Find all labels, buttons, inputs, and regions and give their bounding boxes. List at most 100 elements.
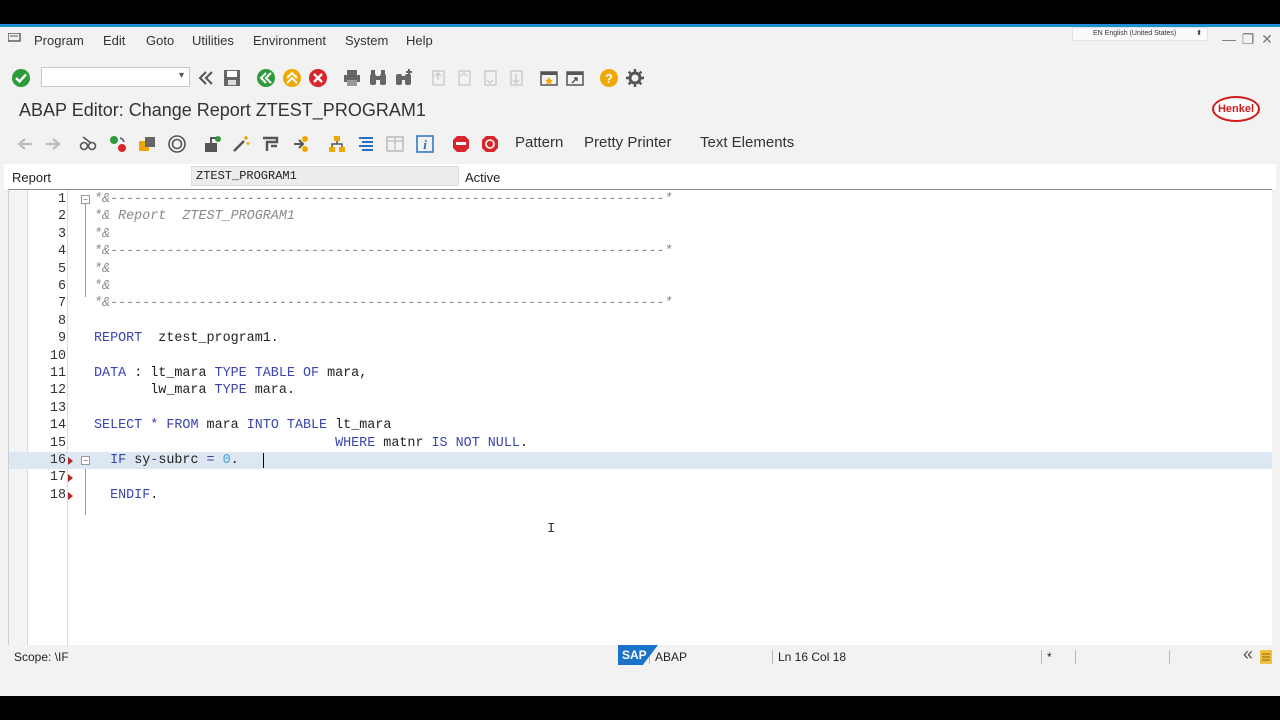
code-line[interactable]: 8 [9,313,1272,330]
code-text: *& [94,278,110,295]
split-screen-button[interactable] [384,133,406,155]
code-editor[interactable]: 1− *&------------------------------------… [8,189,1272,646]
close-window-button[interactable]: ✕ [1259,31,1275,48]
customize-layout-button[interactable] [624,67,646,89]
collapse-footer-icon[interactable]: « [1243,644,1253,665]
breakpoint-marker-icon[interactable] [68,491,73,500]
code-line[interactable]: 6 *& [9,278,1272,295]
code-line[interactable]: 10 [9,348,1272,365]
code-line[interactable]: 17 [9,469,1272,486]
object-list-button[interactable] [326,133,348,155]
cursor-position: Ln 16 Col 18 [778,650,847,664]
code-line[interactable]: 9 REPORT ztest_program1. [9,330,1272,347]
code-line[interactable]: 1 − *&------------------------------------… [9,191,1272,208]
code-token: mara. [246,383,295,399]
code-text: *&--------------------------------------… [94,243,673,260]
code-token: lw_mara [94,383,215,399]
code-line[interactable]: 15 WHERE matnr IS NOT NULL. [9,435,1272,452]
cancel-button[interactable] [307,67,329,89]
exit-button[interactable] [281,67,303,89]
menu-goto[interactable]: Goto [146,33,174,48]
language-selector[interactable]: EN English (United States) ⬍ [1072,27,1208,41]
code-line[interactable]: 14 SELECT * FROM mara INTO TABLE lt_mara [9,417,1272,434]
code-token: = [206,453,215,468]
text-elements-button[interactable]: Text Elements [700,134,794,151]
split-screen-icon [386,136,404,152]
line-number: 18 [49,487,66,503]
code-token: . [150,487,159,503]
next-page-button[interactable] [480,67,502,89]
test-button[interactable] [230,133,252,155]
menu-help[interactable]: Help [406,33,433,48]
save-button[interactable] [221,67,243,89]
generate-shortcut-button[interactable] [564,67,586,89]
create-session-button[interactable] [538,67,560,89]
code-line[interactable]: 3 *& [9,226,1272,243]
code-token: *& Report ZTEST_PROGRAM1 [94,209,295,225]
shortcut-icon [566,71,584,86]
code-line[interactable]: 13 [9,400,1272,417]
find-next-button[interactable] [393,67,415,89]
line-number: 4 [57,244,66,260]
scope-indicator: Scope: \IF [14,650,69,664]
code-line[interactable]: 11 DATA : lt_mara TYPE TABLE OF mara, [9,365,1272,382]
line-number: 8 [57,313,66,329]
help-button[interactable]: ? [598,67,620,89]
pattern-button[interactable]: Pattern [515,134,563,151]
other-object-button[interactable] [136,133,158,155]
fold-collapse-icon[interactable]: − [81,195,90,204]
back-button[interactable] [255,67,277,89]
set-breakpoint-button[interactable] [450,133,472,155]
find-button[interactable] [367,67,389,89]
print-button[interactable] [341,67,363,89]
pretty-printer-button[interactable]: Pretty Printer [584,134,672,151]
info-button[interactable]: i [414,133,436,155]
code-text: SELECT * FROM mara INTO TABLE lt_mara [94,417,391,434]
command-dropdown-icon[interactable]: ▾ [179,70,184,81]
menu-program[interactable]: Program [34,33,84,48]
check-button[interactable] [166,133,188,155]
system-toolbar: ▾ ? [0,63,1280,93]
command-collapse-button[interactable] [195,67,217,89]
display-change-button[interactable] [77,133,99,155]
menu-utilities[interactable]: Utilities [192,33,234,48]
navigation-icon [294,136,308,152]
minimize-button[interactable]: — [1221,31,1237,47]
menu-toggle-icon[interactable] [8,33,22,43]
code-line[interactable]: 5 *& [9,261,1272,278]
code-line[interactable]: 12 lw_mara TYPE mara. [9,382,1272,399]
code-line[interactable]: 16 − IF sy-subrc = 0. [9,452,1272,469]
breakpoint-marker-icon[interactable] [68,474,73,483]
navigation-button[interactable] [289,133,311,155]
set-session-breakpoint-button[interactable] [479,133,501,155]
line-number: 17 [49,470,66,486]
command-field[interactable]: ▾ [41,67,190,87]
fold-collapse-icon[interactable]: − [81,456,90,465]
code-token: ztest_program1. [142,331,279,347]
last-page-button[interactable] [506,67,528,89]
previous-page-button[interactable] [454,67,476,89]
page-title: ABAP Editor: Change Report ZTEST_PROGRAM… [19,100,426,120]
display-object-list-button[interactable] [355,133,377,155]
menu-system[interactable]: System [345,33,388,48]
back-arrow-button[interactable] [14,133,36,155]
code-line[interactable]: 4 *&-------------------------------------… [9,243,1272,260]
active-inactive-button[interactable] [107,133,129,155]
activate-button[interactable] [201,133,223,155]
code-line[interactable]: 7 *&-------------------------------------… [9,295,1272,312]
breakpoint-marker-icon[interactable] [68,457,73,465]
where-used-button[interactable] [259,133,281,155]
code-token: sy [126,453,151,468]
stop-sign-icon [453,136,469,152]
code-line[interactable]: 2 *& Report ZTEST_PROGRAM1 [9,208,1272,225]
notes-icon[interactable] [1260,650,1272,664]
enter-button[interactable] [10,67,32,89]
menu-edit[interactable]: Edit [103,33,125,48]
first-page-button[interactable] [428,67,450,89]
code-line[interactable]: 18 ENDIF. [9,487,1272,504]
forward-arrow-button[interactable] [42,133,64,155]
svg-text:?: ? [605,71,613,86]
restore-button[interactable]: ❐ [1240,31,1256,48]
menu-environment[interactable]: Environment [253,33,326,48]
